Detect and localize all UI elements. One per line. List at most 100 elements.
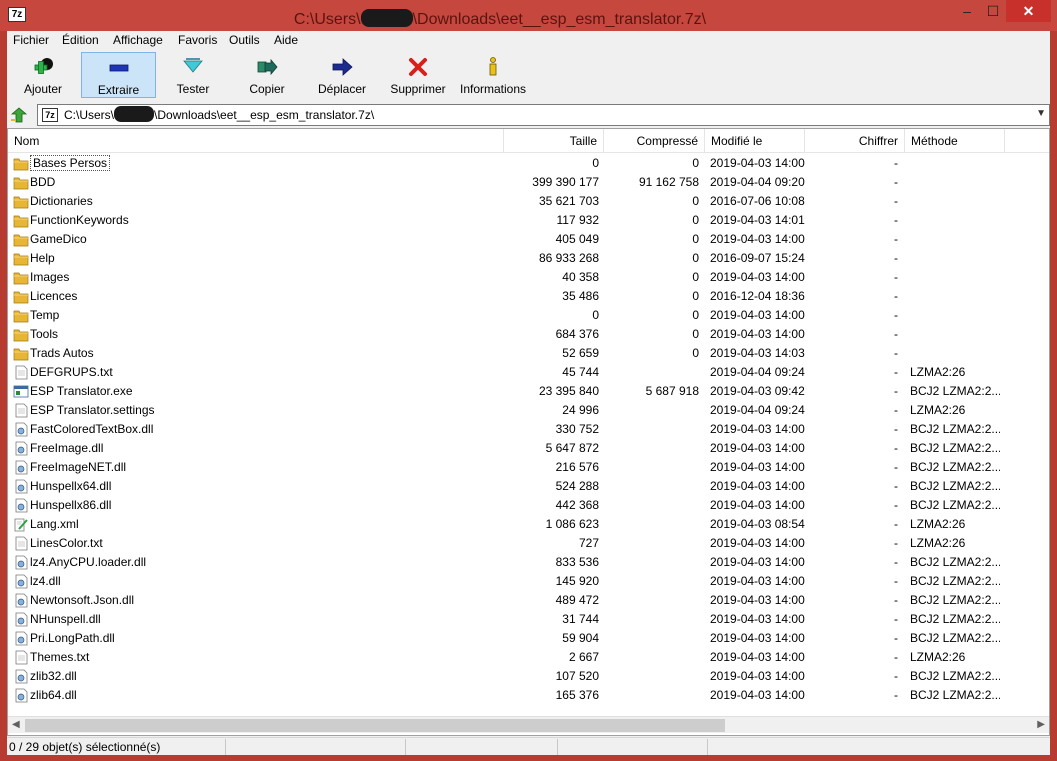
status-divider — [405, 739, 406, 755]
minimize-button[interactable]: – — [954, 0, 980, 22]
copy-button[interactable]: Copier — [235, 52, 299, 98]
menu-outils[interactable]: Outils — [229, 33, 260, 47]
table-row[interactable]: Pri.LongPath.dll 59 904 2019-04-03 14:00 - B… — [8, 629, 1049, 648]
address-input[interactable]: 7z C:\Users\ \Downloads\eet__esp_esm_tran… — [37, 104, 1050, 126]
table-row[interactable]: Newtonsoft.Json.dll 489 472 2019-04-03 14:… — [8, 591, 1049, 610]
file-size: 59 904 — [562, 631, 599, 645]
title-bar[interactable]: 7z C:\Users\ \Downloads\eet__esp_esm_tran… — [0, 0, 1057, 31]
text-file-icon — [15, 536, 28, 551]
extract-label: Extraire — [97, 83, 140, 97]
menu-aide[interactable]: Aide — [274, 33, 298, 47]
table-row[interactable]: FreeImageNET.dll 216 576 2019-04-03 14:00 -… — [8, 458, 1049, 477]
maximize-button[interactable]: ☐ — [980, 0, 1006, 22]
file-encrypted: - — [894, 289, 898, 303]
move-button[interactable]: Déplacer — [309, 52, 375, 98]
close-button[interactable]: ✕ — [1006, 0, 1051, 22]
file-size: 399 390 177 — [532, 175, 599, 189]
menu-fichier[interactable]: Fichier — [13, 33, 49, 47]
dll-file-icon — [15, 460, 28, 475]
scroll-left-icon[interactable]: ◀ — [12, 719, 20, 730]
file-method: BCJ2 LZMA2:2... — [910, 688, 1000, 702]
table-row[interactable]: FastColoredTextBox.dll 330 752 2019-04-03 … — [8, 420, 1049, 439]
table-row[interactable]: NHunspell.dll 31 744 2019-04-03 14:00 - BCJ2… — [8, 610, 1049, 629]
table-row[interactable]: FreeImage.dll 5 647 872 2019-04-03 14:00 - B… — [8, 439, 1049, 458]
test-button[interactable]: Tester — [161, 52, 225, 98]
table-row[interactable]: DEFGRUPS.txt 45 744 2019-04-04 09:24 - LZMA2… — [8, 363, 1049, 382]
text-file-icon — [15, 403, 28, 418]
table-row[interactable]: Lang.xml 1 086 623 2019-04-03 08:54 - LZMA2:… — [8, 515, 1049, 534]
table-row[interactable]: Dictionaries 35 621 703 0 2016-07-06 10:08 - — [8, 192, 1049, 211]
file-compressed — [604, 591, 699, 610]
file-compressed — [604, 496, 699, 515]
table-row[interactable]: zlib64.dll 165 376 2019-04-03 14:00 - BCJ2 L… — [8, 686, 1049, 705]
table-row[interactable]: lz4.AnyCPU.loader.dll 833 536 2019-04-03 1… — [8, 553, 1049, 572]
table-row[interactable]: ESP Translator.settings 24 996 2019-04-04 … — [8, 401, 1049, 420]
folder-up-icon[interactable] — [10, 106, 28, 124]
scroll-right-icon[interactable]: ▶ — [1037, 719, 1045, 730]
file-modified: 2019-04-04 09:24 — [710, 365, 805, 379]
folder-icon — [13, 177, 29, 190]
table-row[interactable]: zlib32.dll 107 520 2019-04-03 14:00 - BCJ2 L… — [8, 667, 1049, 686]
file-encrypted: - — [894, 688, 898, 702]
table-row[interactable]: FunctionKeywords 117 932 0 2019-04-03 14:01… — [8, 211, 1049, 230]
file-size: 40 358 — [562, 270, 599, 284]
text-file-icon — [15, 365, 28, 380]
table-row[interactable]: Hunspellx64.dll 524 288 2019-04-03 14:00 - B… — [8, 477, 1049, 496]
table-row[interactable]: Temp 0 0 2019-04-03 14:00 - — [8, 306, 1049, 325]
col-size[interactable]: Taille — [504, 129, 604, 153]
address-dropdown-icon[interactable]: ▼ — [1036, 108, 1046, 119]
table-row[interactable]: BDD 399 390 177 91 162 758 2019-04-04 09:20… — [8, 173, 1049, 192]
file-modified: 2019-04-03 14:00 — [710, 669, 805, 683]
menu-affichage[interactable]: Affichage — [113, 33, 163, 47]
col-encrypted[interactable]: Chiffrer — [805, 129, 905, 153]
file-size: 216 576 — [555, 460, 599, 474]
file-rows: Bases Persos 0 0 2019-04-03 14:00 - BDD 399 39… — [8, 154, 1049, 705]
table-row[interactable]: Hunspellx86.dll 442 368 2019-04-03 14:00 - B… — [8, 496, 1049, 515]
col-modified[interactable]: Modifié le — [705, 129, 805, 153]
file-list[interactable]: Nom Taille Compressé Modifié le Chiffrer… — [7, 128, 1050, 736]
file-compressed: 5 687 918 — [645, 384, 699, 398]
extract-button[interactable]: Extraire — [81, 52, 156, 98]
file-size: 35 486 — [562, 289, 599, 303]
file-modified: 2019-04-03 14:00 — [710, 232, 805, 246]
window-title: C:\Users\ \Downloads\eet__esp_esm_transla… — [150, 6, 850, 29]
file-size: 165 376 — [555, 688, 599, 702]
copy-arrow-icon — [257, 58, 278, 76]
file-size: 24 996 — [562, 403, 599, 417]
table-row[interactable]: Tools 684 376 0 2019-04-03 14:00 - — [8, 325, 1049, 344]
folder-icon — [13, 215, 29, 228]
table-row[interactable]: GameDico 405 049 0 2019-04-03 14:00 - — [8, 230, 1049, 249]
add-button[interactable]: Ajouter — [11, 52, 75, 98]
scroll-thumb[interactable] — [25, 719, 725, 732]
horizontal-scrollbar[interactable]: ◀ ▶ — [8, 716, 1049, 733]
table-row[interactable]: LinesColor.txt 727 2019-04-03 14:00 - LZMA2:… — [8, 534, 1049, 553]
table-row[interactable]: Help 86 933 268 0 2016-09-07 15:24 - — [8, 249, 1049, 268]
file-name: DEFGRUPS.txt — [30, 365, 113, 379]
info-button[interactable]: Informations — [457, 52, 529, 98]
table-row[interactable]: ESP Translator.exe 23 395 840 5 687 918 201… — [8, 382, 1049, 401]
table-row[interactable]: Themes.txt 2 667 2019-04-03 14:00 - LZMA2:26 — [8, 648, 1049, 667]
table-row[interactable]: Licences 35 486 0 2016-12-04 18:36 - — [8, 287, 1049, 306]
menu-favoris[interactable]: Favoris — [178, 33, 217, 47]
delete-button[interactable]: Supprimer — [385, 52, 451, 98]
table-row[interactable]: lz4.dll 145 920 2019-04-03 14:00 - BCJ2 LZMA… — [8, 572, 1049, 591]
file-name: Tools — [30, 327, 59, 341]
col-name[interactable]: Nom — [8, 129, 504, 153]
col-method[interactable]: Méthode — [905, 129, 1005, 153]
file-size: 0 — [592, 156, 599, 170]
file-method: BCJ2 LZMA2:2... — [910, 574, 1000, 588]
file-compressed: 0 — [692, 156, 699, 170]
menu-edition[interactable]: Édition — [62, 33, 99, 47]
file-method — [910, 173, 1000, 192]
file-encrypted: - — [894, 460, 898, 474]
table-row[interactable]: Bases Persos 0 0 2019-04-03 14:00 - — [8, 154, 1049, 173]
file-size: 0 — [592, 308, 599, 322]
table-row[interactable]: Trads Autos 52 659 0 2019-04-03 14:03 - — [8, 344, 1049, 363]
copy-label: Copier — [249, 82, 285, 96]
col-compressed[interactable]: Compressé — [604, 129, 705, 153]
file-encrypted: - — [894, 403, 898, 417]
file-method: BCJ2 LZMA2:2... — [910, 441, 1000, 455]
table-row[interactable]: Images 40 358 0 2019-04-03 14:00 - — [8, 268, 1049, 287]
file-encrypted: - — [894, 650, 898, 664]
dll-file-icon — [15, 669, 28, 684]
